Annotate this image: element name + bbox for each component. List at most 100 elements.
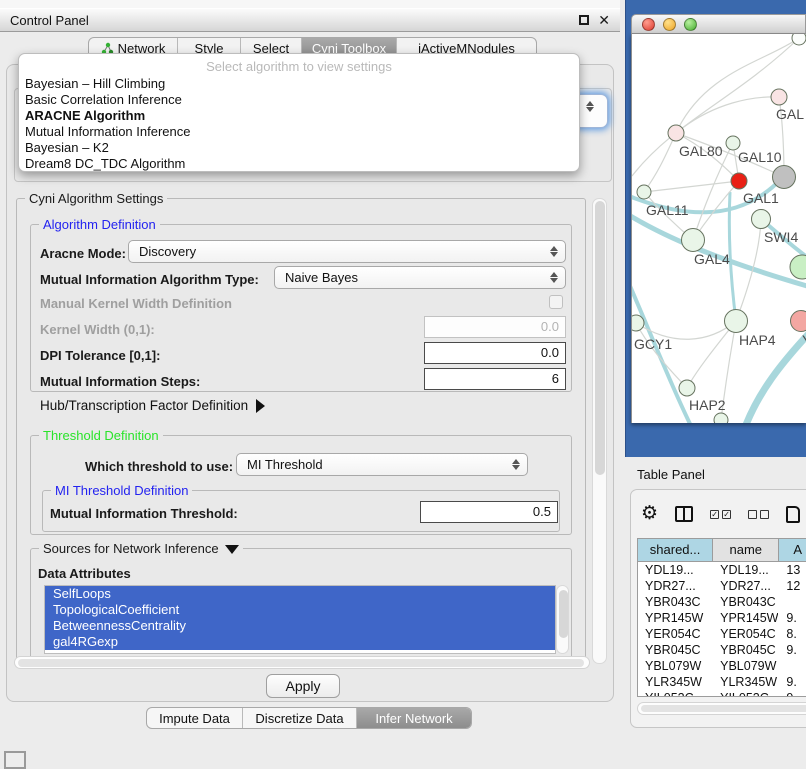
- table-horizontal-scroll-thumb[interactable]: [641, 705, 806, 712]
- network-edge[interactable]: [644, 181, 739, 192]
- dropdown-item[interactable]: Basic Correlation Inference: [19, 92, 579, 108]
- float-window-icon[interactable]: [579, 15, 589, 25]
- close-traffic-light[interactable]: [642, 18, 655, 31]
- cell[interactable]: 9.: [779, 642, 806, 658]
- cell[interactable]: 8.: [779, 626, 806, 642]
- cell[interactable]: 12: [779, 578, 806, 594]
- hub-definition-expander[interactable]: Hub/Transcription Factor Definition: [40, 398, 265, 413]
- network-node[interactable]: [726, 136, 740, 150]
- cell[interactable]: 9: [779, 690, 806, 697]
- column-header-partial[interactable]: A: [779, 539, 806, 561]
- cell[interactable]: YBR045C: [638, 642, 713, 658]
- table-row[interactable]: YER054CYER054C8.: [638, 626, 806, 642]
- settings-vertical-scrollbar[interactable]: [592, 198, 607, 664]
- mi-type-combobox[interactable]: Naive Bayes: [274, 266, 566, 289]
- mi-threshold-input[interactable]: 0.5: [420, 501, 558, 523]
- cell[interactable]: [779, 594, 806, 610]
- cell[interactable]: YLR345W: [638, 674, 713, 690]
- network-node[interactable]: [773, 166, 796, 189]
- table-row[interactable]: YBL079WYBL079W: [638, 658, 806, 674]
- dropdown-item[interactable]: Bayesian – K2: [19, 140, 579, 156]
- cell[interactable]: YBR045C: [713, 642, 779, 658]
- aracne-mode-combobox[interactable]: Discovery: [128, 240, 566, 263]
- dropdown-item[interactable]: Bayesian – Hill Climbing: [19, 76, 579, 92]
- attribute-item[interactable]: BetweennessCentrality: [45, 618, 555, 634]
- cell[interactable]: YDL19...: [713, 562, 779, 578]
- network-node[interactable]: [792, 34, 806, 45]
- network-node[interactable]: [632, 315, 644, 331]
- gear-icon[interactable]: ⚙: [641, 504, 658, 524]
- tab-impute-data[interactable]: Impute Data: [147, 708, 243, 728]
- table-row[interactable]: YBR043CYBR043C: [638, 594, 806, 610]
- network-node[interactable]: [679, 380, 695, 396]
- cell[interactable]: YDL19...: [638, 562, 713, 578]
- minimize-traffic-light[interactable]: [663, 18, 676, 31]
- cell[interactable]: 13: [779, 562, 806, 578]
- table-horizontal-scrollbar[interactable]: [637, 702, 806, 715]
- cell[interactable]: 9.: [779, 674, 806, 690]
- apply-button[interactable]: Apply: [266, 674, 340, 698]
- document-icon[interactable]: [786, 506, 800, 523]
- network-node[interactable]: [752, 210, 771, 229]
- sources-legend-wrap[interactable]: Sources for Network Inference: [39, 541, 243, 556]
- minimized-panel-icon[interactable]: [4, 751, 26, 769]
- cell[interactable]: YBR043C: [713, 594, 779, 610]
- attributes-list-scroll-thumb[interactable]: [559, 590, 568, 638]
- network-edge[interactable]: [632, 212, 806, 288]
- attribute-item[interactable]: gal4RGexp: [45, 634, 555, 650]
- network-node[interactable]: [725, 310, 748, 333]
- cell[interactable]: YER054C: [713, 626, 779, 642]
- cell[interactable]: YIL052C: [638, 690, 713, 697]
- column-header-name[interactable]: name: [713, 539, 779, 561]
- network-edge[interactable]: [644, 133, 676, 192]
- column-header-shared-name[interactable]: shared...: [638, 539, 713, 561]
- cell[interactable]: YBL079W: [713, 658, 779, 674]
- network-node[interactable]: [682, 229, 705, 252]
- network-view-canvas[interactable]: GALGAL80GAL10GAL1GAL11GAL4SWI4GCY1HAP4YH…: [631, 34, 806, 423]
- table-row[interactable]: YIL052CYIL052C9: [638, 690, 806, 697]
- tab-discretize-data[interactable]: Discretize Data: [243, 708, 357, 728]
- dpi-tolerance-input[interactable]: 0.0: [424, 342, 566, 364]
- network-node[interactable]: [790, 255, 806, 279]
- which-threshold-combobox[interactable]: MI Threshold: [236, 453, 528, 476]
- cell[interactable]: YDR27...: [638, 578, 713, 594]
- manual-kernel-checkbox[interactable]: [549, 295, 563, 309]
- select-all-checks-icon[interactable]: ✓✓: [710, 510, 731, 519]
- deselect-all-checks-icon[interactable]: [748, 510, 769, 519]
- table-row[interactable]: YDR27...YDR27...12: [638, 578, 806, 594]
- settings-horizontal-scroll-thumb[interactable]: [18, 659, 584, 667]
- cell[interactable]: YBR043C: [638, 594, 713, 610]
- table-row[interactable]: YLR345WYLR345W9.: [638, 674, 806, 690]
- tab-infer-network[interactable]: Infer Network: [357, 708, 471, 728]
- network-node[interactable]: [771, 89, 787, 105]
- mi-steps-input[interactable]: 6: [424, 368, 566, 390]
- dropdown-item[interactable]: Dream8 DC_TDC Algorithm: [19, 156, 579, 172]
- close-icon[interactable]: ✕: [598, 15, 610, 25]
- network-edge[interactable]: [676, 97, 779, 133]
- cell[interactable]: YLR345W: [713, 674, 779, 690]
- cell[interactable]: YBL079W: [638, 658, 713, 674]
- network-node[interactable]: [714, 413, 728, 423]
- network-edge[interactable]: [729, 192, 736, 321]
- cell[interactable]: 9.: [779, 610, 806, 626]
- network-node[interactable]: [731, 173, 747, 189]
- attribute-item[interactable]: SelfLoops: [45, 586, 555, 602]
- network-node[interactable]: [668, 125, 684, 141]
- zoom-traffic-light[interactable]: [684, 18, 697, 31]
- network-node[interactable]: [791, 311, 806, 332]
- network-edge[interactable]: [687, 321, 736, 388]
- cell[interactable]: YER054C: [638, 626, 713, 642]
- kernel-width-input[interactable]: 0.0: [424, 316, 566, 338]
- dropdown-item-aracne[interactable]: ARACNE Algorithm: [19, 108, 579, 124]
- dropdown-item[interactable]: Mutual Information Inference: [19, 124, 579, 140]
- settings-horizontal-scrollbar[interactable]: [14, 656, 590, 669]
- table-row[interactable]: YBR045CYBR045C9.: [638, 642, 806, 658]
- network-node[interactable]: [637, 185, 651, 199]
- cell[interactable]: YDR27...: [713, 578, 779, 594]
- attributes-list-scrollbar[interactable]: [556, 585, 569, 654]
- cell[interactable]: [779, 658, 806, 674]
- table-row[interactable]: YDL19...YDL19...13: [638, 562, 806, 578]
- cell[interactable]: YPR145W: [638, 610, 713, 626]
- cell[interactable]: YPR145W: [713, 610, 779, 626]
- settings-vertical-scroll-thumb[interactable]: [595, 201, 605, 475]
